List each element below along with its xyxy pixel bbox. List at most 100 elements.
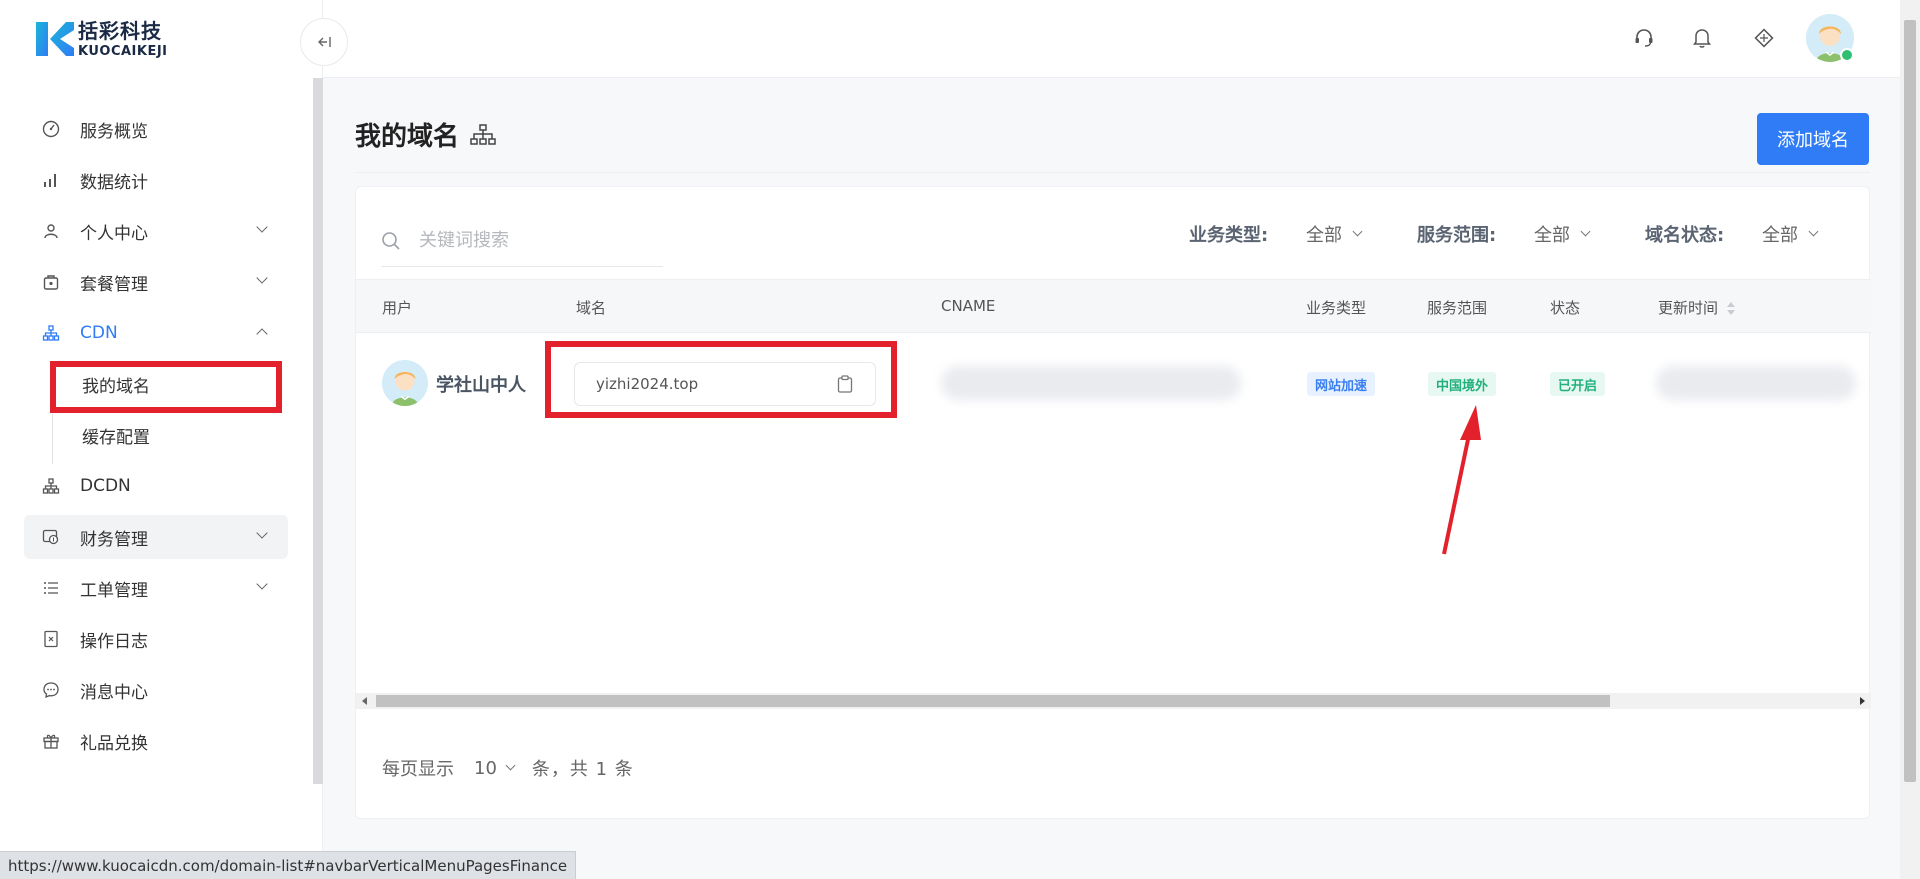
search-input[interactable] (419, 230, 649, 251)
page-title: 我的域名 (355, 116, 497, 153)
support-headset-icon[interactable] (1632, 26, 1656, 50)
sidebar-item-overview[interactable]: 服务概览 (24, 107, 288, 151)
column-header-user: 用户 (382, 299, 413, 317)
add-domain-button[interactable]: 添加域名 (1757, 113, 1869, 165)
sidebar-item-label: 礼品兑换 (80, 733, 148, 754)
logo-mark-icon (36, 22, 74, 56)
column-header-business-type: 业务类型 (1306, 299, 1367, 317)
dashboard-icon (42, 120, 60, 138)
sort-icon (1726, 301, 1736, 316)
sidebar-item-message-center[interactable]: 消息中心 (24, 668, 288, 712)
bar-chart-icon (42, 171, 60, 189)
horizontal-scrollbar[interactable] (356, 693, 1871, 709)
sidebar-subitem-cache-config[interactable]: 缓存配置 (24, 413, 288, 464)
filter-label-business-type: 业务类型: (1189, 225, 1269, 246)
chevron-down-icon (1808, 226, 1819, 237)
filter-select-business-type[interactable]: 全部 (1306, 221, 1363, 247)
list-icon (42, 579, 60, 597)
scroll-right-arrow-icon[interactable] (1860, 697, 1865, 705)
window-scrollbar[interactable] (1900, 0, 1920, 879)
column-header-updated-time[interactable]: 更新时间 (1658, 297, 1736, 318)
filter-select-service-scope[interactable]: 全部 (1534, 221, 1591, 247)
chevron-down-icon (256, 578, 268, 590)
page-size-select[interactable]: 10 (474, 757, 516, 779)
domain-name[interactable]: yizhi2024.top (596, 375, 698, 393)
window-scrollbar-thumb[interactable] (1904, 20, 1916, 782)
collapse-icon (318, 37, 331, 47)
service-scope-tag: 中国境外 (1428, 372, 1497, 396)
status-badge: 已开启 (1550, 372, 1606, 396)
clipboard-copy-icon[interactable] (837, 375, 853, 393)
sidebar-item-operation-log[interactable]: 操作日志 (24, 617, 288, 661)
log-icon (42, 630, 60, 648)
sidebar-item-statistics[interactable]: 数据统计 (24, 158, 288, 202)
sidebar-item-label: 我的域名 (82, 376, 150, 397)
message-icon (42, 681, 60, 699)
apps-diamond-icon[interactable] (1752, 26, 1776, 50)
scroll-left-arrow-icon[interactable] (362, 697, 367, 705)
search-box[interactable] (381, 215, 663, 267)
sidebar-item-dcdn[interactable]: DCDN (24, 464, 288, 508)
sidebar-item-label: DCDN (80, 476, 131, 496)
sidebar-menu: 服务概览 数据统计 个人中心 套餐管理 CDN 我的域名 缓存配置 DCDN 财… (24, 107, 288, 770)
sidebar-item-label: CDN (80, 323, 118, 343)
package-icon (42, 273, 60, 291)
sidebar-item-label: 服务概览 (80, 121, 148, 142)
collapse-sidebar-button[interactable] (300, 18, 348, 66)
online-status-dot (1840, 48, 1854, 62)
domain-cell: yizhi2024.top (574, 362, 876, 406)
brand-name-en: KUOCAIKEJI (78, 43, 168, 59)
updated-time-blurred (1656, 366, 1856, 400)
chevron-down-icon (256, 527, 268, 539)
filter-value: 全部 (1762, 225, 1798, 246)
column-header-domain: 域名 (576, 299, 607, 317)
sidebar-item-finance[interactable]: 财务管理 (24, 515, 288, 559)
network-icon (42, 477, 60, 495)
sidebar-item-label: 缓存配置 (82, 427, 150, 448)
filter-label-service-scope: 服务范围: (1417, 225, 1497, 246)
sidebar-item-gift-exchange[interactable]: 礼品兑换 (24, 719, 288, 763)
sidebar-item-personal-center[interactable]: 个人中心 (24, 209, 288, 253)
filter-select-domain-status[interactable]: 全部 (1762, 221, 1819, 247)
search-icon (382, 231, 400, 250)
sitemap-icon (470, 123, 496, 145)
total-count-text: 条，共 1 条 (531, 759, 634, 780)
chevron-up-icon (256, 328, 268, 340)
column-header-status: 状态 (1550, 299, 1581, 317)
brand-name-cn: 括彩科技 (78, 18, 162, 43)
brand-logo[interactable]: 括彩科技 KUOCAIKEJI (32, 18, 172, 60)
column-header-service-scope: 服务范围 (1427, 299, 1488, 317)
table-row: 学社山中人 yizhi2024.top 网站加速 中国境外 已开启 (356, 333, 1871, 433)
submenu-line (52, 362, 53, 413)
network-icon (42, 324, 60, 342)
title-divider (355, 172, 1870, 173)
user-name: 学社山中人 (436, 375, 526, 396)
domain-list-card: 业务类型: 全部 服务范围: 全部 域名状态: 全部 用户 域名 CNAME 业… (355, 186, 1871, 819)
bell-icon[interactable] (1690, 26, 1714, 50)
sidebar-item-label: 消息中心 (80, 682, 148, 703)
page-size-prefix: 每页显示 (382, 759, 454, 780)
page-title-text: 我的域名 (355, 122, 460, 152)
sidebar-item-label: 个人中心 (80, 223, 148, 244)
sidebar-item-cdn[interactable]: CDN (24, 311, 288, 355)
chevron-down-icon (256, 272, 268, 284)
sidebar: 括彩科技 KUOCAIKEJI 服务概览 数据统计 个人中心 套餐管理 CDN … (0, 0, 323, 879)
page-size-value: 10 (474, 757, 497, 779)
column-header-label: 更新时间 (1658, 299, 1719, 317)
chevron-down-icon (505, 760, 516, 771)
scrollbar-thumb[interactable] (376, 695, 1610, 707)
filter-label-domain-status: 域名状态: (1645, 225, 1725, 246)
sidebar-item-tickets[interactable]: 工单管理 (24, 566, 288, 610)
business-type-tag: 网站加速 (1307, 372, 1376, 396)
filter-value: 全部 (1534, 225, 1570, 246)
column-header-cname: CNAME (941, 297, 996, 315)
sidebar-item-label: 数据统计 (80, 172, 148, 193)
sidebar-item-package[interactable]: 套餐管理 (24, 260, 288, 304)
sidebar-item-label: 工单管理 (80, 580, 148, 601)
sidebar-item-label: 操作日志 (80, 631, 148, 652)
user-icon (42, 222, 60, 240)
sidebar-subitem-my-domains[interactable]: 我的域名 (24, 362, 288, 413)
sidebar-scrollbar[interactable] (313, 78, 323, 784)
top-bar (323, 0, 1900, 78)
table-header: 用户 域名 CNAME 业务类型 服务范围 状态 更新时间 (356, 279, 1871, 333)
